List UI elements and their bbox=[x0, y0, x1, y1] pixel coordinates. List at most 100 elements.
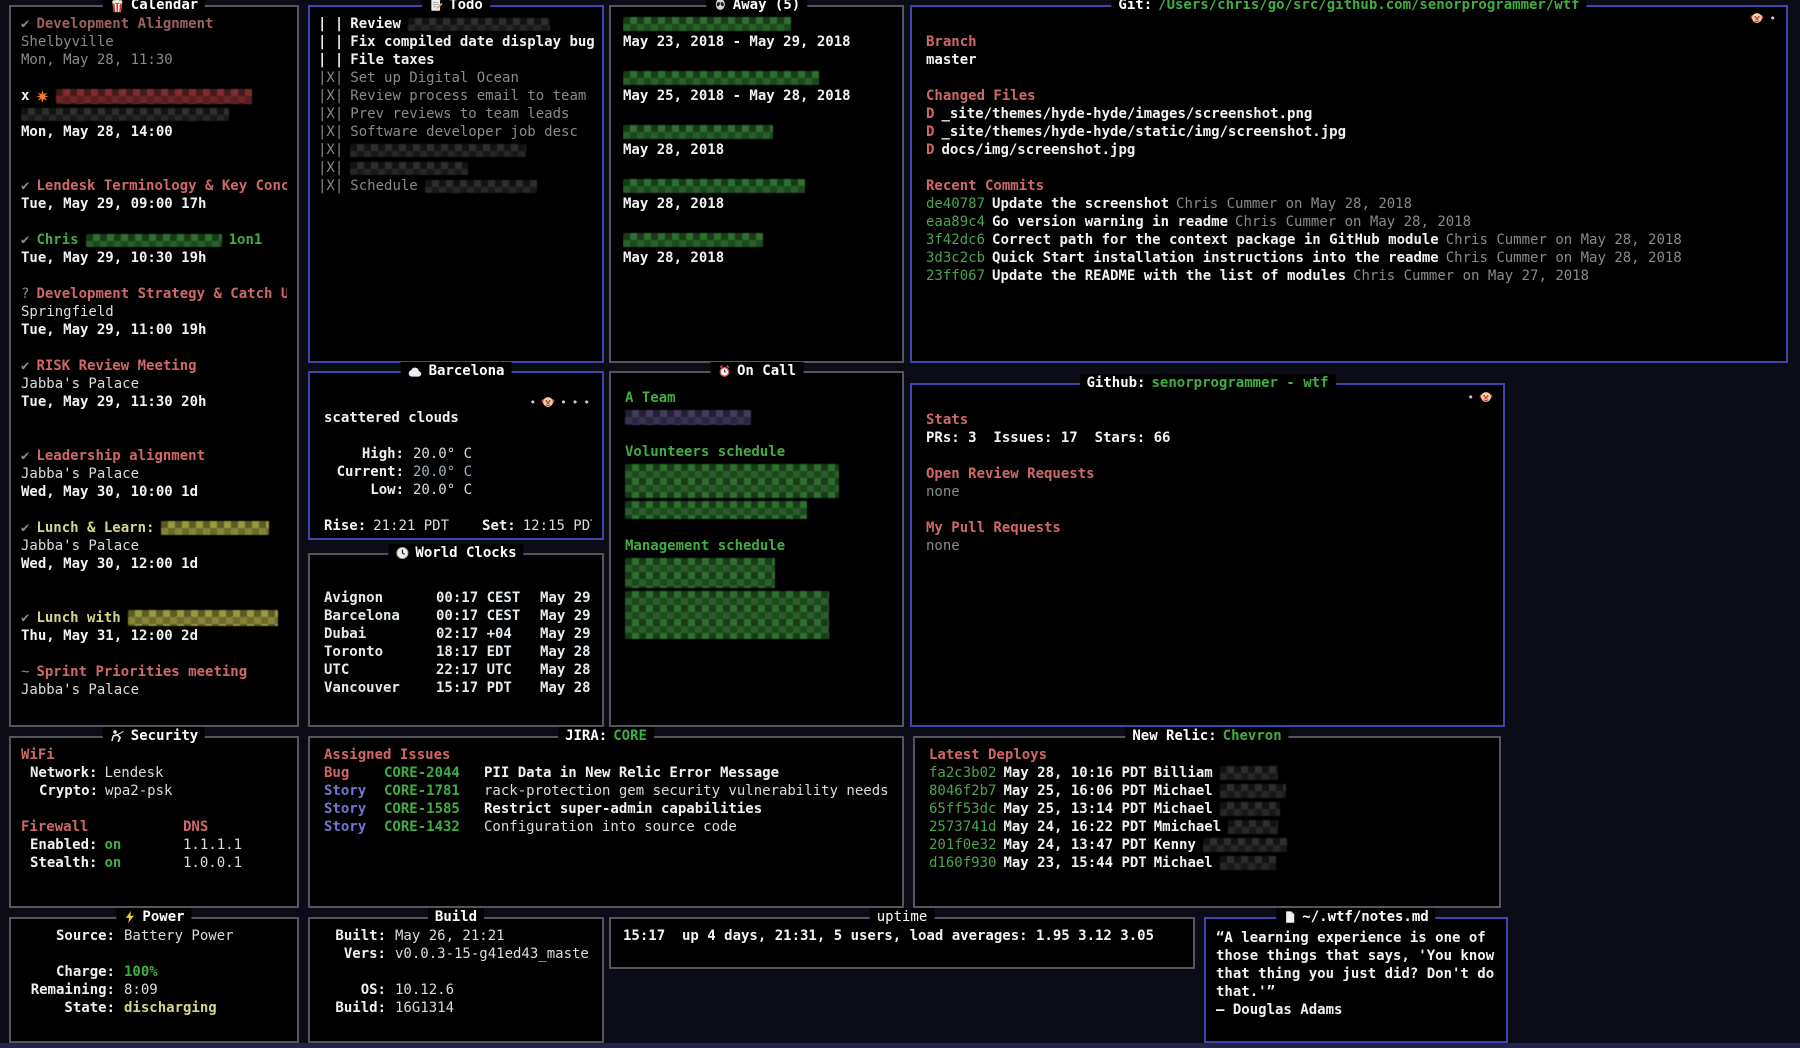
todo-item[interactable]: |X| bbox=[318, 141, 596, 159]
git-panel[interactable]: Git: /Users/chris/go/src/github.com/seno… bbox=[910, 5, 1788, 363]
calendar-event: x Mon, May 28, 14:00 bbox=[21, 87, 287, 141]
oncall-team-label: A Team bbox=[625, 389, 892, 407]
clown-face-icon bbox=[1750, 11, 1764, 25]
redacted-text bbox=[408, 18, 550, 31]
git-commit-row: eaa89c4Go version warning in readmeChris… bbox=[926, 213, 1776, 231]
newrelic-deploy-row: d160f930May 23, 15:44 PDTMichael bbox=[929, 854, 1489, 872]
redacted-schedule bbox=[625, 501, 807, 519]
redacted-text bbox=[86, 234, 222, 247]
github-panel[interactable]: Github: senorprogrammer - wtf • Stats PR… bbox=[910, 383, 1505, 727]
away-entry: May 28, 2018 bbox=[623, 231, 892, 267]
git-branch-value: master bbox=[926, 51, 1776, 69]
memo-icon bbox=[429, 0, 443, 12]
todo-item[interactable]: | |File taxes bbox=[318, 51, 596, 69]
security-stealth-row: Stealth:on 1.0.0.1 bbox=[21, 854, 287, 872]
uptime-panel-title: uptime bbox=[870, 908, 935, 926]
uptime-panel[interactable]: uptime 15:17 up 4 days, 21:31, 5 users, … bbox=[609, 917, 1195, 969]
clock-row: Vancouver15:17 PDTMay 28 bbox=[324, 679, 592, 697]
jira-issue-row[interactable]: StoryCORE-1781rack-protection gem securi… bbox=[324, 782, 892, 800]
todo-item[interactable]: |X|Schedule bbox=[318, 177, 596, 195]
calendar-event: ✔Development Alignment Shelbyville Mon, … bbox=[21, 15, 287, 69]
redacted-schedule bbox=[625, 591, 829, 639]
git-commit-row: 3f42dc6Correct path for the context pack… bbox=[926, 231, 1776, 249]
calendar-panel[interactable]: Calendar ✔Development Alignment Shelbyvi… bbox=[9, 5, 299, 727]
on-call-panel-title: On Call bbox=[710, 362, 803, 380]
github-open-reviews-value: none bbox=[926, 483, 1493, 501]
git-commit-row: 23ff067Update the README with the list o… bbox=[926, 267, 1776, 285]
newrelic-deploys-label: Latest Deploys bbox=[929, 746, 1489, 764]
alien-icon bbox=[713, 0, 727, 12]
git-changed-row: Ddocs/img/screenshot.jpg bbox=[926, 141, 1776, 159]
calendar-panel-title: Calendar bbox=[103, 0, 205, 14]
security-panel[interactable]: Security WiFi Network:Lendesk Crypto:wpa… bbox=[9, 736, 299, 908]
github-stats-label: Stats bbox=[926, 411, 1493, 429]
world-clocks-panel[interactable]: World Clocks Avignon00:17 CESTMay 29 Bar… bbox=[308, 553, 604, 727]
redacted-name bbox=[1220, 856, 1276, 870]
pager-dot: • bbox=[1467, 392, 1474, 403]
jira-issue-row[interactable]: StoryCORE-1432Configuration into source … bbox=[324, 818, 892, 836]
github-stats-value: PRs: 3 Issues: 17 Stars: 66 bbox=[926, 429, 1493, 447]
todo-item[interactable]: |X|Review process email to team bbox=[318, 87, 596, 105]
power-source-row: Source:Battery Power bbox=[23, 927, 287, 945]
git-changed-row: D_site/themes/hyde-hyde/images/screensho… bbox=[926, 105, 1776, 123]
weather-current-row: Current:20.0° C bbox=[324, 463, 592, 481]
github-my-prs-value: none bbox=[926, 537, 1493, 555]
build-panel-title: Build bbox=[428, 908, 484, 926]
clock-row: Toronto18:17 EDTMay 28 bbox=[324, 643, 592, 661]
power-panel[interactable]: Power Source:Battery Power Charge:100% R… bbox=[9, 917, 299, 1043]
git-changed-row: D_site/themes/hyde-hyde/static/img/scree… bbox=[926, 123, 1776, 141]
jira-panel[interactable]: JIRA: CORE Assigned Issues BugCORE-2044P… bbox=[308, 736, 904, 908]
todo-item[interactable]: |X|Prev reviews to team leads bbox=[318, 105, 596, 123]
power-state-row: State:discharging bbox=[23, 999, 287, 1017]
away-entry: May 23, 2018 - May 29, 2018 bbox=[623, 15, 892, 51]
build-build-row: Build:16G1314 bbox=[322, 999, 592, 1017]
world-clocks-panel-title: World Clocks bbox=[388, 544, 523, 562]
popcorn-icon bbox=[110, 0, 125, 13]
away-entry: May 28, 2018 bbox=[623, 123, 892, 159]
calendar-event: ✔Lunch with Thu, May 31, 12:00 2d bbox=[21, 609, 287, 645]
redacted-name bbox=[1203, 838, 1287, 852]
redacted-name bbox=[623, 17, 791, 31]
oncall-management-label: Management schedule bbox=[625, 537, 892, 555]
git-branch-label: Branch bbox=[926, 33, 1776, 51]
redacted-text bbox=[425, 180, 537, 193]
github-panel-title: Github: senorprogrammer - wtf bbox=[1079, 374, 1335, 392]
away-panel[interactable]: Away (5) May 23, 2018 - May 29, 2018 May… bbox=[609, 5, 904, 363]
git-changed-label: Changed Files bbox=[926, 87, 1776, 105]
redacted-name bbox=[623, 233, 763, 247]
redacted-name bbox=[1220, 802, 1280, 816]
build-panel[interactable]: Build Built:May 26, 21:21 Vers:v0.0.3-15… bbox=[308, 917, 604, 1043]
weather-pager: • • • • bbox=[530, 395, 591, 409]
redacted-schedule bbox=[625, 558, 775, 588]
away-panel-title: Away (5) bbox=[706, 0, 807, 14]
new-relic-panel[interactable]: New Relic: Chevron Latest Deploys fa2c3b… bbox=[913, 736, 1501, 908]
jira-issue-row[interactable]: BugCORE-2044PII Data in New Relic Error … bbox=[324, 764, 892, 782]
todo-item[interactable]: |X|Software developer job desc bbox=[318, 123, 596, 141]
newrelic-deploy-row: 201f0e32May 24, 13:47 PDTKenny bbox=[929, 836, 1489, 854]
notes-panel[interactable]: ~/.wtf/notes.md “A learning experience i… bbox=[1204, 917, 1508, 1043]
security-headers-row: Firewall DNS bbox=[21, 818, 287, 836]
newrelic-deploy-row: 65ff53dcMay 25, 13:14 PDTMichael bbox=[929, 800, 1489, 818]
clock-row: UTC22:17 UTCMay 28 bbox=[324, 661, 592, 679]
todo-panel[interactable]: Todo | |Review | |Fix compiled date disp… bbox=[308, 5, 604, 363]
todo-panel-title: Todo bbox=[422, 0, 490, 14]
security-network-row: Network:Lendesk bbox=[21, 764, 287, 782]
todo-item[interactable]: | |Review bbox=[318, 15, 596, 33]
todo-item[interactable]: | |Fix compiled date display bug bbox=[318, 33, 596, 51]
newrelic-deploy-row: 8046f2b7May 25, 16:06 PDTMichael bbox=[929, 782, 1489, 800]
todo-item[interactable]: |X|Set up Digital Ocean bbox=[318, 69, 596, 87]
weather-sun-row: Rise:21:21 PDT Set:12:15 PDT bbox=[324, 517, 592, 535]
notes-quote: “A learning experience is one of those t… bbox=[1216, 929, 1498, 1001]
clock-row: Avignon00:17 CESTMay 29 bbox=[324, 589, 592, 607]
git-pager: • bbox=[1750, 11, 1776, 25]
clock-icon bbox=[395, 546, 409, 560]
on-call-panel[interactable]: On Call A Team Volunteers schedule Manag… bbox=[609, 371, 904, 727]
weather-panel[interactable]: Barcelona • • • • scattered clouds High:… bbox=[308, 371, 604, 540]
calendar-event: ✔RISK Review Meeting Jabba's Palace Tue,… bbox=[21, 357, 287, 411]
todo-item[interactable]: |X| bbox=[318, 159, 596, 177]
redacted-name bbox=[625, 410, 751, 425]
calendar-event: ✔Lunch & Learn: Jabba's Palace Wed, May … bbox=[21, 519, 287, 573]
jira-issue-row[interactable]: StoryCORE-1585Restrict super-admin capab… bbox=[324, 800, 892, 818]
redacted-name bbox=[1220, 784, 1286, 798]
redacted-schedule bbox=[625, 464, 839, 498]
